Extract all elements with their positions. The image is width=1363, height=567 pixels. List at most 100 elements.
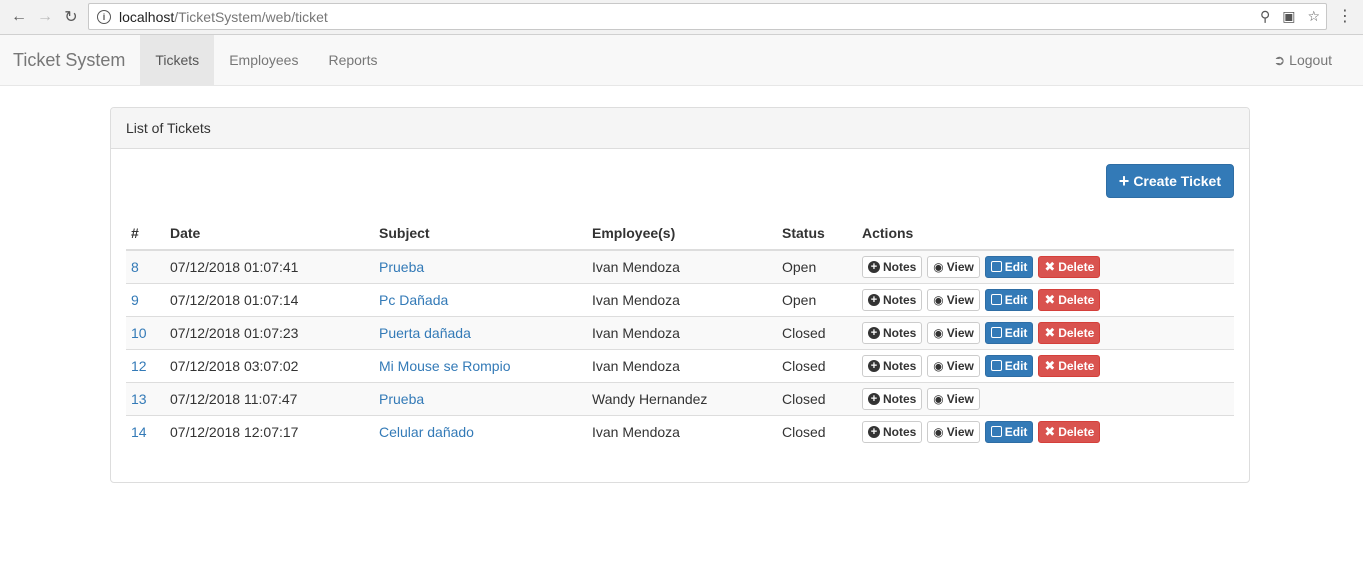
create-ticket-button[interactable]: + Create Ticket <box>1105 164 1234 198</box>
delete-button[interactable]: ✖ Delete <box>1038 255 1101 278</box>
notes-label: Notes <box>883 259 917 274</box>
header-employees: Employee(s) <box>587 217 777 251</box>
delete-label: Delete <box>1058 358 1095 373</box>
notes-label: Notes <box>883 292 917 307</box>
delete-button[interactable]: ✖ Delete <box>1038 354 1101 377</box>
ticket-date: 07/12/2018 01:07:23 <box>165 315 374 349</box>
plus-circle-icon: + <box>868 425 880 438</box>
table-row: 13 07/12/2018 11:07:47 Prueba Wandy Hernand… <box>126 381 1234 415</box>
forward-arrow-icon[interactable]: → <box>32 4 58 30</box>
address-bar[interactable]: i localhost/TicketSystem/web/ticket ⚲ ▣ … <box>88 3 1327 30</box>
ticket-id-link[interactable]: 8 <box>126 249 165 283</box>
view-button[interactable]: ◉ View <box>927 420 980 443</box>
ticket-subject-link[interactable]: Prueba <box>374 381 587 415</box>
tickets-panel: List of Tickets + Create Ticket # Date S… <box>110 107 1250 483</box>
edit-icon <box>990 426 1002 438</box>
star-icon[interactable]: ☆ <box>1307 8 1320 25</box>
close-icon: ✖ <box>1044 324 1056 340</box>
ticket-subject-link[interactable]: Prueba <box>374 249 587 283</box>
notes-button[interactable]: + Notes <box>862 255 923 278</box>
ticket-subject-link[interactable]: Pc Dañada <box>374 282 587 316</box>
notes-button[interactable]: + Notes <box>862 354 923 377</box>
table-row: 12 07/12/2018 03:07:02 Mi Mouse se Rompio I… <box>126 348 1234 382</box>
edit-button[interactable]: Edit <box>984 288 1034 311</box>
nav-item-employees[interactable]: Employees <box>214 35 313 85</box>
url-path: /TicketSystem/web/ticket <box>174 8 328 25</box>
reload-icon[interactable]: ↻ <box>58 4 84 30</box>
ticket-employee: Wandy Hernandez <box>587 381 777 415</box>
table-row: 8 07/12/2018 01:07:41 Prueba Ivan Mendoza Op… <box>126 249 1234 283</box>
edit-label: Edit <box>1004 424 1028 439</box>
plus-circle-icon: + <box>868 392 880 405</box>
logout-label: Logout <box>1289 52 1332 68</box>
app-navbar: Ticket System Tickets Employees Reports … <box>0 35 1363 86</box>
view-button[interactable]: ◉ View <box>927 354 980 377</box>
url-host: localhost <box>119 8 175 25</box>
ticket-actions: + Notes ◉ View Edit ✖ Delete <box>857 348 1234 382</box>
ticket-actions: + Notes ◉ View Edit ✖ Delete <box>857 282 1234 316</box>
view-label: View <box>946 259 974 274</box>
close-icon: ✖ <box>1044 258 1056 274</box>
ticket-status: Open <box>777 282 857 316</box>
ticket-actions: + Notes ◉ View Edit ✖ Delete <box>857 249 1234 283</box>
view-label: View <box>946 292 974 307</box>
notes-button[interactable]: + Notes <box>862 420 923 443</box>
translate-icon[interactable]: ▣ <box>1282 8 1295 25</box>
edit-button[interactable]: Edit <box>984 354 1034 377</box>
ticket-id-link[interactable]: 14 <box>126 414 165 448</box>
eye-icon: ◉ <box>933 424 944 439</box>
delete-button[interactable]: ✖ Delete <box>1038 420 1101 443</box>
eye-icon: ◉ <box>933 325 944 340</box>
notes-button[interactable]: + Notes <box>862 387 923 410</box>
edit-label: Edit <box>1004 292 1028 307</box>
notes-button[interactable]: + Notes <box>862 288 923 311</box>
info-icon[interactable]: i <box>97 9 111 24</box>
close-icon: ✖ <box>1044 291 1056 307</box>
eye-icon: ◉ <box>933 259 944 274</box>
table-header-row: # Date Subject Employee(s) Status Action… <box>126 217 1234 251</box>
ticket-date: 07/12/2018 03:07:02 <box>165 348 374 382</box>
ticket-subject-link[interactable]: Celular dañado <box>374 414 587 448</box>
ticket-subject-link[interactable]: Puerta dañada <box>374 315 587 349</box>
close-icon: ✖ <box>1044 423 1056 439</box>
view-button[interactable]: ◉ View <box>927 387 980 410</box>
ticket-employee: Ivan Mendoza <box>587 249 777 283</box>
header-status: Status <box>777 217 857 251</box>
key-icon[interactable]: ⚲ <box>1260 8 1270 25</box>
view-button[interactable]: ◉ View <box>927 255 980 278</box>
edit-button[interactable]: Edit <box>984 420 1034 443</box>
table-row: 14 07/12/2018 12:07:17 Celular dañado Ivan … <box>126 414 1234 448</box>
ticket-subject-link[interactable]: Mi Mouse se Rompio <box>374 348 587 382</box>
ticket-actions: + Notes ◉ View Edit ✖ Delete <box>857 414 1234 448</box>
edit-label: Edit <box>1004 358 1028 373</box>
edit-button[interactable]: Edit <box>984 255 1034 278</box>
plus-circle-icon: + <box>868 293 880 306</box>
notes-button[interactable]: + Notes <box>862 321 923 344</box>
view-button[interactable]: ◉ View <box>927 321 980 344</box>
nav-item-tickets[interactable]: Tickets <box>140 35 215 85</box>
ticket-id-link[interactable]: 13 <box>126 381 165 415</box>
edit-button[interactable]: Edit <box>984 321 1034 344</box>
ticket-id-link[interactable]: 9 <box>126 282 165 316</box>
brand-link[interactable]: Ticket System <box>0 35 140 85</box>
delete-button[interactable]: ✖ Delete <box>1038 288 1101 311</box>
ticket-id-link[interactable]: 12 <box>126 348 165 382</box>
back-arrow-icon[interactable]: ← <box>6 4 32 30</box>
browser-menu-icon[interactable]: ⋮ <box>1337 6 1353 28</box>
ticket-id-link[interactable]: 10 <box>126 315 165 349</box>
delete-button[interactable]: ✖ Delete <box>1038 321 1101 344</box>
view-button[interactable]: ◉ View <box>927 288 980 311</box>
edit-icon <box>990 360 1002 371</box>
panel-body: + Create Ticket # Date Subject Employee(… <box>111 149 1249 448</box>
edit-icon <box>990 294 1002 305</box>
ticket-employee: Ivan Mendoza <box>587 315 777 349</box>
nav-item-reports[interactable]: Reports <box>313 35 392 85</box>
logout-link[interactable]: ➲ Logout <box>1273 35 1332 85</box>
header-subject: Subject <box>374 217 587 251</box>
eye-icon: ◉ <box>933 292 944 307</box>
notes-label: Notes <box>883 391 917 406</box>
table-row: 10 07/12/2018 01:07:23 Puerta dañada Ivan M… <box>126 315 1234 349</box>
notes-label: Notes <box>883 325 917 340</box>
close-icon: ✖ <box>1044 357 1056 373</box>
ticket-date: 07/12/2018 11:07:47 <box>165 381 374 415</box>
